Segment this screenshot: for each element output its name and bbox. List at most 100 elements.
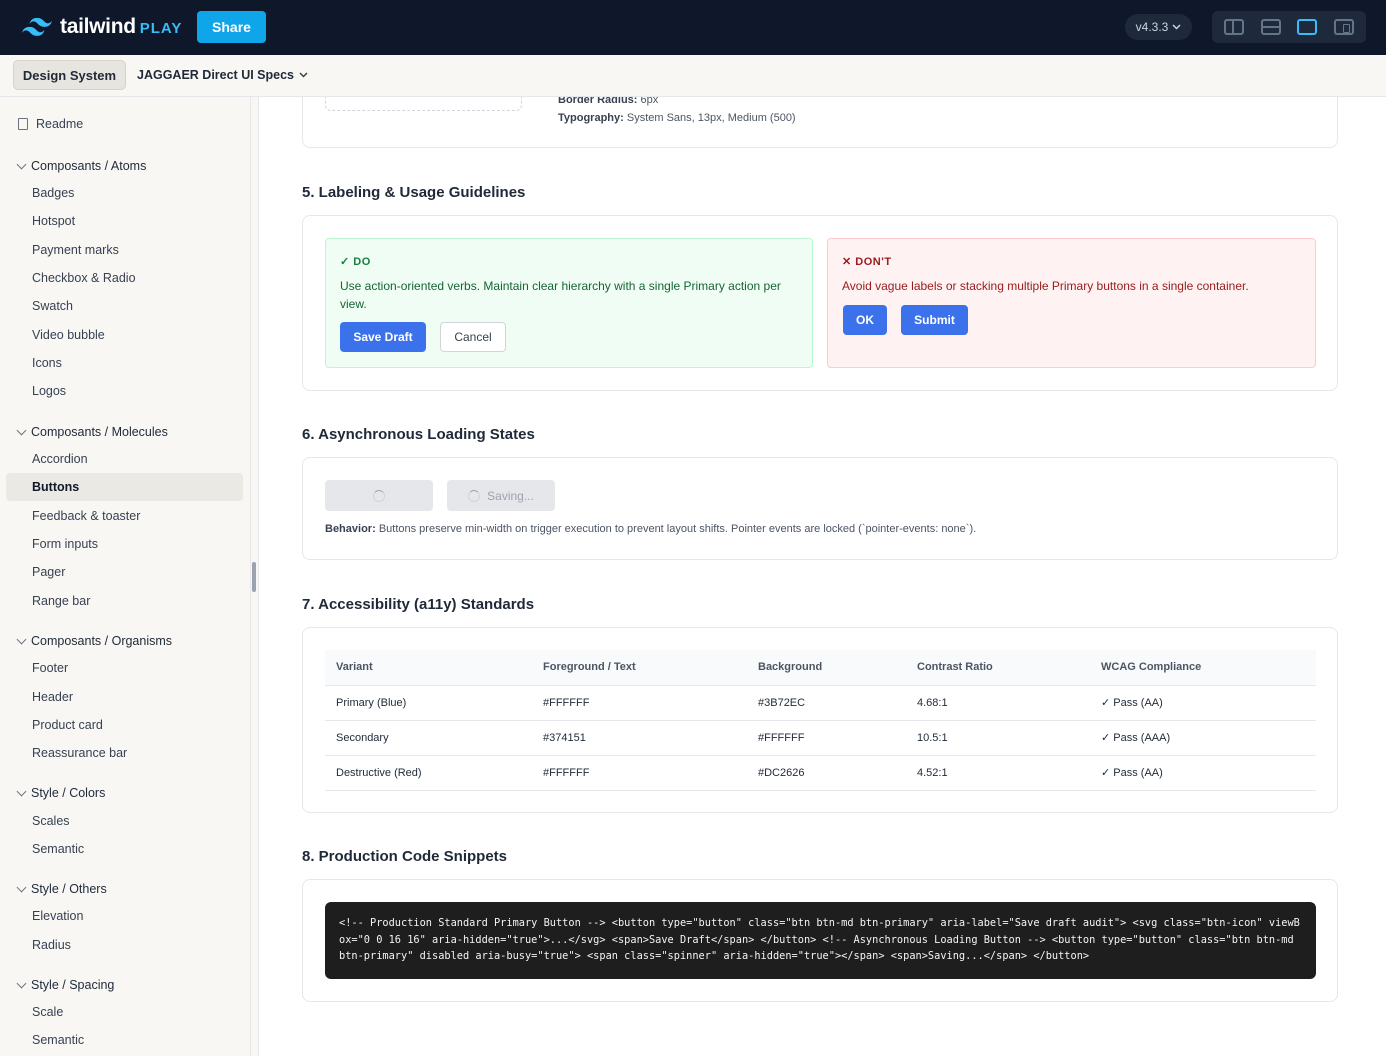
sidebar-item-icons[interactable]: Icons [6, 349, 243, 377]
column-header: Foreground / Text [532, 650, 747, 686]
sidebar-item-reassurance-bar[interactable]: Reassurance bar [6, 739, 243, 767]
sidebar-item-header[interactable]: Header [6, 683, 243, 711]
preview-only-icon[interactable] [1297, 19, 1318, 35]
document-selector[interactable]: JAGGAER Direct UI Specs [137, 68, 308, 82]
sidebar-group-spacing[interactable]: Style / Spacing [16, 978, 115, 992]
sidebar-resize-handle[interactable] [252, 562, 256, 592]
spec-border-radius: Border Radius: 6px [558, 97, 658, 106]
sidebar-item-elevation[interactable]: Elevation [6, 902, 243, 930]
a11y-card: Variant Foreground / Text Background Con… [302, 627, 1338, 813]
table-cell: Primary (Blue) [325, 685, 532, 721]
design-system-button[interactable]: Design System [13, 60, 126, 90]
layout-switcher [1212, 11, 1366, 43]
sidebar-group-label: Style / Colors [31, 786, 106, 800]
table-cell: Destructive (Red) [325, 755, 532, 791]
table-cell: 4.52:1 [906, 755, 1090, 791]
do-title: ✓ DO [340, 256, 371, 268]
section-title-loading: 6. Asynchronous Loading States [302, 426, 535, 443]
sidebar-item-range-bar[interactable]: Range bar [6, 587, 243, 615]
sidebar-group-label: Style / Spacing [31, 978, 115, 992]
share-button[interactable]: Share [197, 11, 266, 43]
contrast-table: Variant Foreground / Text Background Con… [325, 650, 1316, 791]
focus-ring-preview [325, 97, 522, 111]
table-cell: 10.5:1 [906, 720, 1090, 756]
version-select[interactable]: v4.3.3 [1125, 14, 1192, 40]
table-cell: #3B72EC [747, 685, 906, 721]
guidelines-card: ✓ DO Use action-oriented verbs. Maintain… [302, 215, 1338, 391]
cancel-button[interactable]: Cancel [440, 322, 506, 352]
chevron-down-icon [299, 72, 308, 78]
document-title: JAGGAER Direct UI Specs [137, 68, 294, 82]
top-bar: tailwind PLAY Share v4.3.3 [0, 0, 1386, 55]
sidebar-item-badges[interactable]: Badges [6, 179, 243, 207]
sidebar-item-hotspot[interactable]: Hotspot [6, 207, 243, 235]
table-row: Destructive (Red) #FFFFFF #DC2626 4.52:1… [325, 755, 1316, 791]
tailwind-play-logo[interactable]: tailwind PLAY [22, 15, 182, 39]
loading-button-saving: Saving... [447, 480, 555, 511]
sidebar-item-radius[interactable]: Radius [6, 931, 243, 959]
table-cell: #374151 [532, 720, 747, 756]
sidebar-group-atoms[interactable]: Composants / Atoms [16, 159, 147, 173]
sidebar-group-label: Composants / Atoms [31, 159, 147, 173]
logo-text: tailwind [60, 15, 136, 38]
column-header: WCAG Compliance [1090, 650, 1316, 686]
dont-title: ✕ DON'T [842, 256, 892, 268]
sidebar-item-scales[interactable]: Scales [6, 807, 243, 835]
sidebar-item-footer[interactable]: Footer [6, 654, 243, 682]
split-horizontal-icon[interactable] [1260, 19, 1281, 35]
sidebar-group-label: Composants / Molecules [31, 425, 168, 439]
section-title-labeling: 5. Labeling & Usage Guidelines [302, 184, 526, 201]
sidebar-item-scale[interactable]: Scale [6, 998, 243, 1026]
ok-button[interactable]: OK [843, 305, 887, 335]
sidebar-item-video-bubble[interactable]: Video bubble [6, 321, 243, 349]
split-vertical-icon[interactable] [1224, 19, 1245, 35]
chevron-down-icon [16, 786, 27, 796]
sidebar-item-accordion[interactable]: Accordion [6, 445, 243, 473]
submit-button[interactable]: Submit [901, 305, 968, 335]
sidebar-item-pager[interactable]: Pager [6, 558, 243, 586]
table-row: Primary (Blue) #FFFFFF #3B72EC 4.68:1 ✓ … [325, 685, 1316, 721]
spec-label: Typography: [558, 112, 624, 124]
table-cell: ✓ Pass (AAA) [1090, 720, 1316, 756]
responsive-icon[interactable] [1333, 19, 1354, 35]
spec-label: Border Radius: [558, 97, 638, 106]
chevron-down-icon [16, 159, 27, 169]
save-draft-button[interactable]: Save Draft [340, 322, 426, 352]
spec-value: 6px [640, 97, 659, 106]
dont-panel: ✕ DON'T Avoid vague labels or stacking m… [827, 238, 1316, 368]
tailwind-logo-icon [22, 17, 52, 36]
sidebar-group-label: Style / Others [31, 882, 107, 896]
sidebar-item-spacing-semantic[interactable]: Semantic [6, 1026, 243, 1054]
sidebar-item-buttons[interactable]: Buttons [6, 473, 243, 501]
section-title-a11y: 7. Accessibility (a11y) Standards [302, 596, 535, 613]
table-cell: #FFFFFF [747, 720, 906, 756]
sidebar-item-form-inputs[interactable]: Form inputs [6, 530, 243, 558]
sidebar-group-others[interactable]: Style / Others [16, 882, 107, 896]
dont-text: Avoid vague labels or stacking multiple … [842, 279, 1249, 293]
code-snippet[interactable]: <!-- Production Standard Primary Button … [325, 902, 1316, 979]
specs-card: Border Radius: 6px Typography: System Sa… [302, 97, 1338, 148]
sidebar-item-readme[interactable]: Readme [18, 117, 83, 131]
sidebar-item-semantic[interactable]: Semantic [6, 835, 243, 863]
loading-button-icon-only [325, 480, 433, 511]
sidebar-item-feedback-toaster[interactable]: Feedback & toaster [6, 502, 243, 530]
table-cell: ✓ Pass (AA) [1090, 685, 1316, 721]
sidebar-item-logos[interactable]: Logos [6, 377, 243, 405]
table-cell: #DC2626 [747, 755, 906, 791]
sidebar-group-organisms[interactable]: Composants / Organisms [16, 634, 172, 648]
sidebar-group-molecules[interactable]: Composants / Molecules [16, 425, 168, 439]
column-header: Contrast Ratio [906, 650, 1090, 686]
chevron-down-icon [1172, 24, 1181, 30]
sidebar-item-checkbox-radio[interactable]: Checkbox & Radio [6, 264, 243, 292]
sidebar-group-colors[interactable]: Style / Colors [16, 786, 106, 800]
column-header: Background [747, 650, 906, 686]
loading-states-card: Saving... Behavior: Buttons preserve min… [302, 457, 1338, 560]
sidebar-item-swatch[interactable]: Swatch [6, 292, 243, 320]
table-cell: #FFFFFF [532, 755, 747, 791]
table-header-row: Variant Foreground / Text Background Con… [325, 650, 1316, 686]
file-icon [18, 118, 28, 130]
version-label: v4.3.3 [1135, 20, 1169, 34]
table-cell: #FFFFFF [532, 685, 747, 721]
sidebar-item-payment-marks[interactable]: Payment marks [6, 236, 243, 264]
sidebar-item-product-card[interactable]: Product card [6, 711, 243, 739]
